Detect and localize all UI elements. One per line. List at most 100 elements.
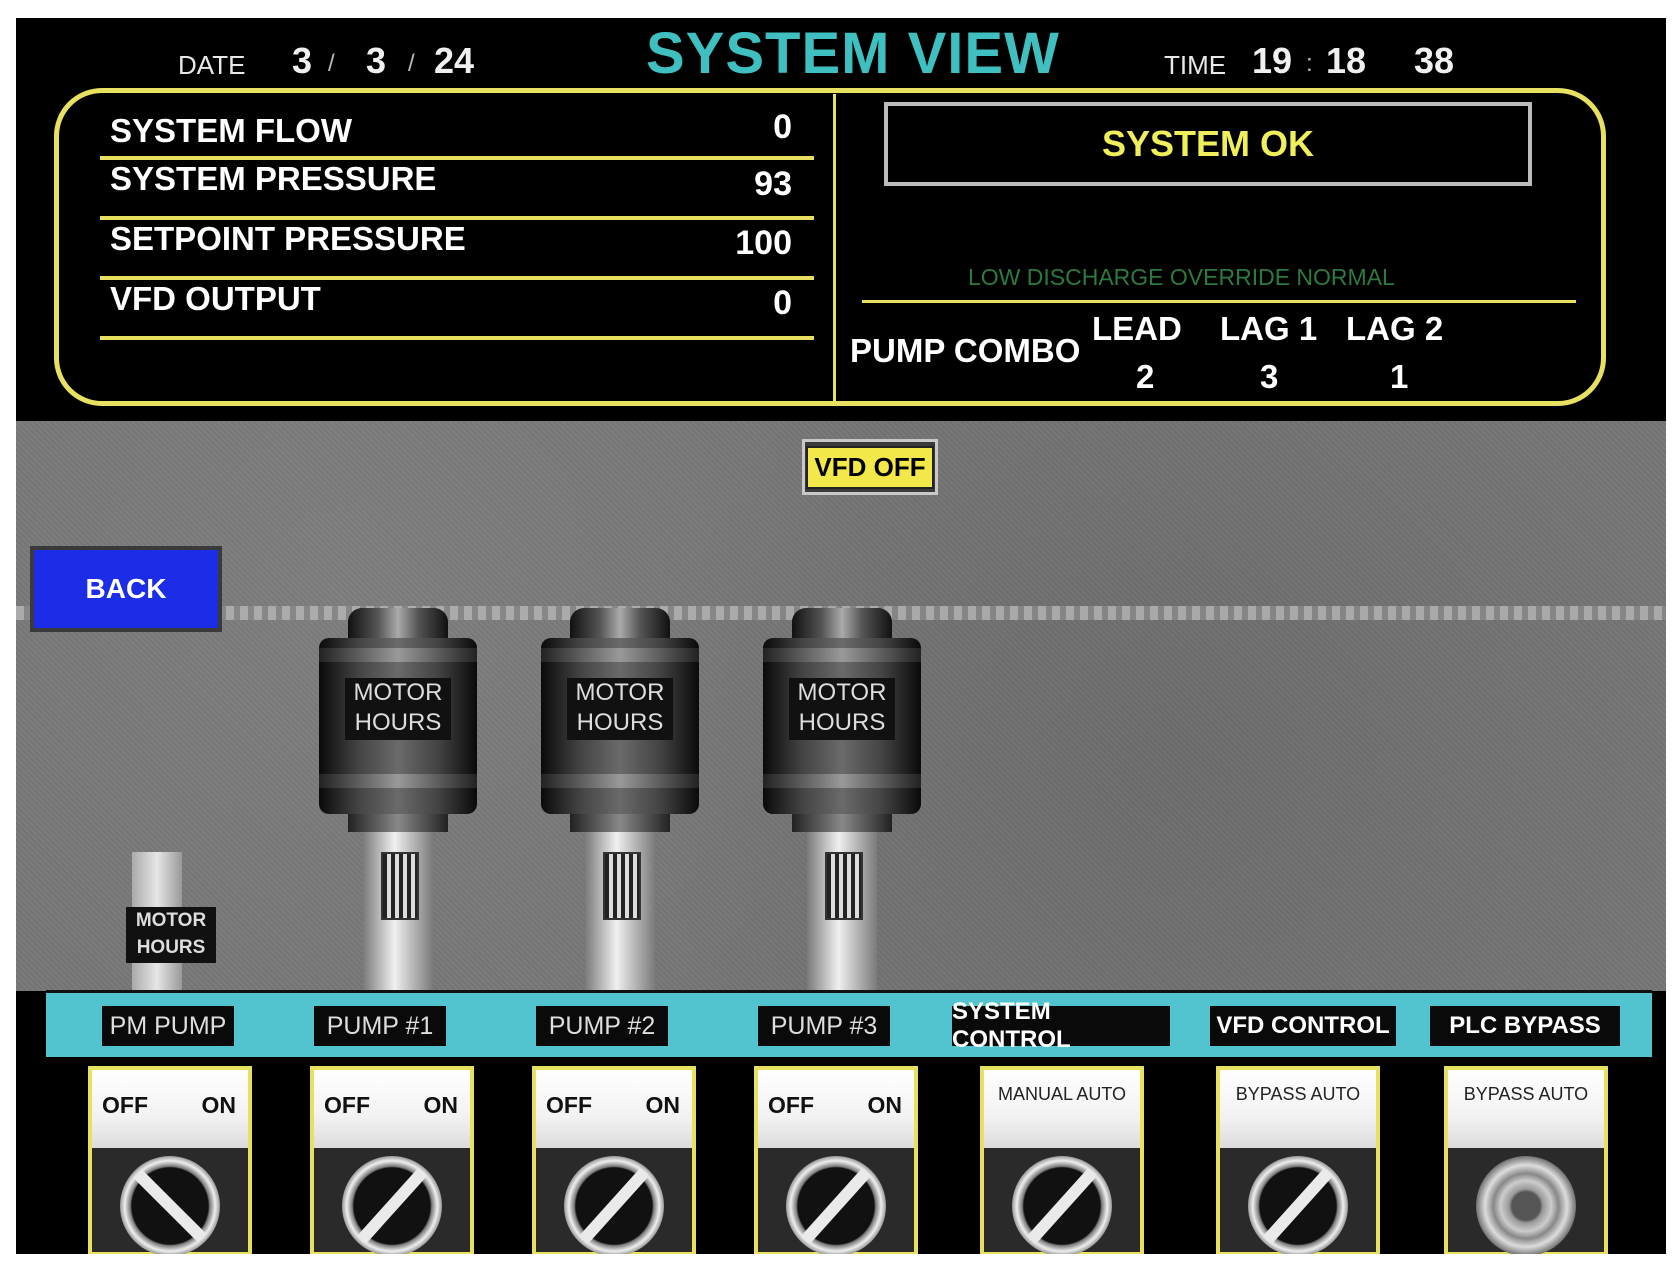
time-minutes: 18 <box>1326 40 1367 81</box>
date-year: 24 <box>434 40 475 81</box>
motor-band <box>763 648 921 662</box>
date-separator: / <box>408 50 415 77</box>
combo-lag1-label: LAG 1 <box>1220 310 1318 347</box>
tag-pump-2: PUMP #2 <box>536 1006 668 1046</box>
motor-band <box>541 648 699 662</box>
pump-1-motor: MOTOR HOURS <box>319 608 477 992</box>
pump-2-selector-switch[interactable]: OFF ON <box>532 1066 696 1254</box>
combo-lag1-value: 3 <box>1260 358 1279 395</box>
motor-band <box>763 774 921 788</box>
motor-cap <box>792 608 892 642</box>
time-label: TIME <box>1164 50 1227 80</box>
plc-bypass-key-switch[interactable]: BYPASS AUTO <box>1444 1066 1608 1254</box>
time-hours: 19 <box>1252 40 1293 81</box>
hmi-screen: DATE 3 / 3 / 24 SYSTEM VIEW TIME 19 : 18… <box>16 18 1666 1254</box>
back-button[interactable]: BACK <box>30 546 222 632</box>
pump-grill <box>603 852 641 920</box>
pump-2-motor: MOTOR HOURS <box>541 608 699 992</box>
tag-vfd-control: VFD CONTROL <box>1210 1006 1396 1046</box>
measurement-row-vfd-output: VFD OUTPUT 0 <box>100 280 814 340</box>
pump-1-selector-switch[interactable]: OFF ON <box>310 1066 474 1254</box>
switch-right-label: ON <box>201 1092 237 1118</box>
motor-hours-line1: MOTOR <box>353 679 443 706</box>
motor-hours-line2: HOURS <box>576 709 664 736</box>
motor-hours-line1: MOTOR <box>797 679 887 706</box>
motor-neck <box>792 814 892 832</box>
vfd-status-indicator: VFD OFF <box>802 439 938 495</box>
motor-band <box>319 648 477 662</box>
pump-3-motor: MOTOR HOURS <box>763 608 921 992</box>
switch-legend-plate: BYPASS AUTO <box>1448 1070 1604 1148</box>
measurement-row-system-pressure: SYSTEM PRESSURE 93 <box>100 160 814 220</box>
measurement-row-system-flow: SYSTEM FLOW 0 <box>100 100 814 160</box>
vfd-status-text: VFD OFF <box>806 445 934 489</box>
page-title: SYSTEM VIEW <box>646 21 1060 86</box>
motor-hours-line2: HOURS <box>354 709 442 736</box>
pump-grill <box>825 852 863 920</box>
selector-knob-icon <box>786 1156 886 1254</box>
motor-hours-button[interactable]: MOTOR HOURS <box>567 678 673 740</box>
switch-left-label: OFF <box>768 1092 814 1118</box>
combo-divider <box>862 300 1576 303</box>
motor-hours-button[interactable]: MOTOR HOURS <box>789 678 895 740</box>
date-label: DATE <box>178 50 246 80</box>
date-day: 3 <box>366 40 387 81</box>
tag-pump-1: PUMP #1 <box>314 1006 446 1046</box>
switch-left-label: OFF <box>324 1092 370 1118</box>
tag-pm-pump: PM PUMP <box>102 1006 234 1046</box>
measurement-value: 0 <box>773 284 792 322</box>
measurement-label: SYSTEM FLOW <box>110 112 352 149</box>
vfd-control-selector-switch[interactable]: BYPASS AUTO <box>1216 1066 1380 1254</box>
motor-hours-line2: HOURS <box>136 937 206 958</box>
motor-hours-button[interactable]: MOTOR HOURS <box>345 678 451 740</box>
combo-lag2-label: LAG 2 <box>1346 310 1444 347</box>
combo-lead-label: LEAD <box>1092 310 1182 347</box>
switch-position-labels: BYPASS AUTO <box>1235 1084 1361 1104</box>
pm-motor-hours-button[interactable]: MOTOR HOURS <box>126 907 216 963</box>
pm-pump-selector-switch[interactable]: OFF ON <box>88 1066 252 1254</box>
switch-legend-plate: OFF ON <box>536 1070 692 1148</box>
motor-cap <box>570 608 670 642</box>
switch-legend-plate: OFF ON <box>314 1070 470 1148</box>
selector-knob-icon <box>564 1156 664 1254</box>
motor-hours-line1: MOTOR <box>575 679 665 706</box>
motor-band <box>319 774 477 788</box>
measurement-value: 0 <box>773 108 792 146</box>
switch-legend-plate: OFF ON <box>758 1070 914 1148</box>
selector-knob-icon <box>1248 1156 1348 1254</box>
motor-cap <box>348 608 448 642</box>
override-status-text: LOW DISCHARGE OVERRIDE NORMAL <box>968 264 1395 290</box>
switch-legend-plate: MANUAL AUTO <box>984 1070 1140 1148</box>
row-divider <box>100 336 814 340</box>
motor-band <box>541 774 699 788</box>
combo-lead-value: 2 <box>1136 358 1155 395</box>
motor-neck <box>348 814 448 832</box>
motor-neck <box>570 814 670 832</box>
tag-plc-bypass: PLC BYPASS <box>1430 1006 1620 1046</box>
selector-knob-icon <box>120 1156 220 1254</box>
pump-3-selector-switch[interactable]: OFF ON <box>754 1066 918 1254</box>
switch-position-labels: BYPASS AUTO <box>1463 1084 1589 1104</box>
system-control-selector-switch[interactable]: MANUAL AUTO <box>980 1066 1144 1254</box>
combo-lag2-value: 1 <box>1390 358 1409 395</box>
key-switch-icon <box>1476 1156 1576 1254</box>
measurement-value: 93 <box>754 165 792 203</box>
switch-legend-plate: BYPASS AUTO <box>1220 1070 1376 1148</box>
measurement-label: VFD OUTPUT <box>110 280 321 317</box>
time-seconds: 38 <box>1414 40 1455 81</box>
switch-right-label: ON <box>423 1092 459 1118</box>
system-status-box: SYSTEM OK <box>884 102 1532 186</box>
motor-hours-line2: HOURS <box>798 709 886 736</box>
pump-combo-label: PUMP COMBO <box>850 332 1081 369</box>
time-separator: : <box>1306 50 1313 77</box>
switch-right-label: ON <box>867 1092 903 1118</box>
date-separator: / <box>328 50 335 77</box>
motor-hours-line1: MOTOR <box>135 910 207 931</box>
tag-system-control: SYSTEM CONTROL <box>952 998 1170 1053</box>
pump-grill <box>381 852 419 920</box>
tag-pump-3: PUMP #3 <box>758 1006 890 1046</box>
selector-knob-icon <box>1012 1156 1112 1254</box>
back-button-label: BACK <box>85 573 167 604</box>
system-status-text: SYSTEM OK <box>1101 123 1315 164</box>
measurement-row-setpoint-pressure: SETPOINT PRESSURE 100 <box>100 220 814 280</box>
